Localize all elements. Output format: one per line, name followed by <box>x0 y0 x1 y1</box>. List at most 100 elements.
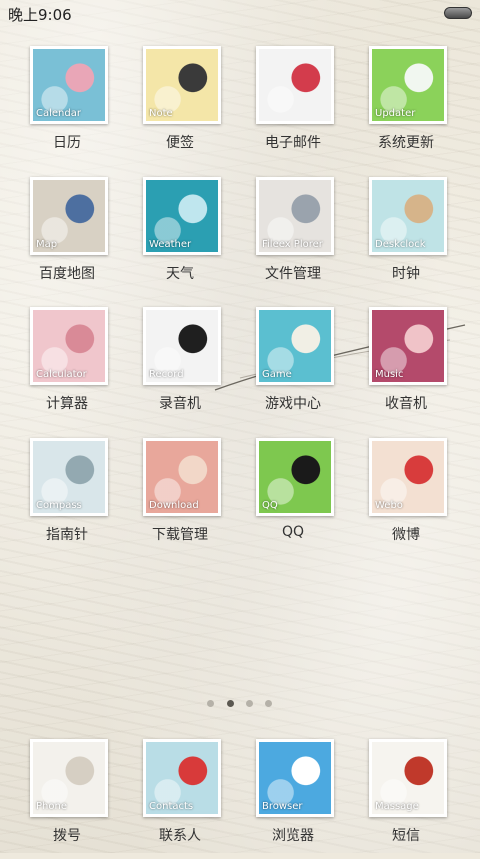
page-dot[interactable] <box>246 700 253 707</box>
files-icon: Fileex Plorer <box>259 180 331 252</box>
ocean-icon: Weather <box>146 180 218 252</box>
app-tile-caption: Record <box>149 369 184 380</box>
app-tile[interactable]: Fileex Plorer <box>256 177 334 255</box>
app-tile-caption: Calculator <box>36 369 87 380</box>
grid-app-2[interactable]: 电子邮件 <box>238 46 348 166</box>
app-tile-caption: Deskclock <box>375 239 426 250</box>
miss-you-note-icon: Massage <box>372 742 444 814</box>
grid-app-8[interactable]: Calculator 计算器 <box>12 307 122 427</box>
smile-note-icon: Note <box>146 49 218 121</box>
app-tile-caption: Updater <box>375 108 416 119</box>
scrabble-tiles-icon: Game <box>259 310 331 382</box>
battery-icon <box>444 7 472 19</box>
grid-app-4[interactable]: Map 百度地图 <box>12 177 122 297</box>
penguin-icon: QQ <box>259 441 331 513</box>
app-label: QQ <box>281 524 305 540</box>
grid-app-5[interactable]: Weather 天气 <box>125 177 235 297</box>
dock-app-0[interactable]: Phone 拨号 <box>12 739 122 859</box>
grid-app-9[interactable]: Record 录音机 <box>125 307 235 427</box>
app-label: 系统更新 <box>378 135 434 151</box>
app-tile-caption: QQ <box>262 500 278 511</box>
dock-app-1[interactable]: Contacts 联系人 <box>125 739 235 859</box>
app-label: 录音机 <box>159 396 201 412</box>
grid-app-1[interactable]: Note 便签 <box>125 46 235 166</box>
app-tile[interactable]: Deskclock <box>369 177 447 255</box>
app-tile[interactable]: Download <box>143 438 221 516</box>
app-label: 联系人 <box>159 828 201 844</box>
app-label: 微博 <box>392 527 420 543</box>
app-label: 时钟 <box>392 266 420 282</box>
grid-app-6[interactable]: Fileex Plorer 文件管理 <box>238 177 348 297</box>
app-label: 游戏中心 <box>265 396 321 412</box>
cherries-icon: Contacts <box>146 742 218 814</box>
heart-cloud-icon: Browser <box>259 742 331 814</box>
cartoon-birds-icon: Webo <box>372 441 444 513</box>
status-time: 晚上9:06 <box>8 6 72 24</box>
app-tile[interactable]: Webo <box>369 438 447 516</box>
app-label: 百度地图 <box>39 266 95 282</box>
app-label: 短信 <box>392 828 420 844</box>
page-dot[interactable] <box>227 700 234 707</box>
calculator-icon: Calculator <box>33 310 105 382</box>
page-dot[interactable] <box>265 700 272 707</box>
grid-app-11[interactable]: Music 收音机 <box>351 307 461 427</box>
app-tile-caption: Note <box>149 108 173 119</box>
app-tile[interactable]: QQ <box>256 438 334 516</box>
grid-app-15[interactable]: Webo 微博 <box>351 438 461 558</box>
app-tile[interactable]: Contacts <box>143 739 221 817</box>
app-tile[interactable]: Browser <box>256 739 334 817</box>
app-tile[interactable]: Massage <box>369 739 447 817</box>
app-tile[interactable]: Music <box>369 307 447 385</box>
grid-app-10[interactable]: Game 游戏中心 <box>238 307 348 427</box>
telephone-icon: Phone <box>33 742 105 814</box>
app-label: 日历 <box>53 135 81 151</box>
window-icon: Compass <box>33 441 105 513</box>
app-tile-caption: Download <box>149 500 199 511</box>
page-dot[interactable] <box>207 700 214 707</box>
app-tile-caption: Calendar <box>36 108 81 119</box>
app-tile[interactable]: Calculator <box>30 307 108 385</box>
cassette-icon: Record <box>146 310 218 382</box>
app-tile[interactable]: Game <box>256 307 334 385</box>
app-tile[interactable]: Note <box>143 46 221 124</box>
page-indicator <box>0 700 480 710</box>
app-tile[interactable]: Weather <box>143 177 221 255</box>
grid-app-13[interactable]: Download 下载管理 <box>125 438 235 558</box>
app-tile[interactable]: Phone <box>30 739 108 817</box>
grid-app-0[interactable]: Calendar 日历 <box>12 46 122 166</box>
app-tile-caption: Music <box>375 369 404 380</box>
app-label: 指南针 <box>46 527 88 543</box>
dock-app-2[interactable]: Browser 浏览器 <box>238 739 348 859</box>
app-tile[interactable]: Map <box>30 177 108 255</box>
app-tile-caption: Compass <box>36 500 82 511</box>
grid-app-12[interactable]: Compass 指南针 <box>12 438 122 558</box>
status-bar: 晚上9:06 <box>0 0 480 26</box>
app-tile-caption: Phone <box>36 801 67 812</box>
glass-jar-icon: Updater <box>372 49 444 121</box>
app-tile-caption: Game <box>262 369 292 380</box>
app-tile-caption: Webo <box>375 500 403 511</box>
dock-app-3[interactable]: Massage 短信 <box>351 739 461 859</box>
app-tile-caption: Weather <box>149 239 192 250</box>
app-tile[interactable]: Updater <box>369 46 447 124</box>
grid-app-7[interactable]: Deskclock 时钟 <box>351 177 461 297</box>
app-tile[interactable]: Record <box>143 307 221 385</box>
app-tile[interactable]: Compass <box>30 438 108 516</box>
heart-letter-icon <box>259 49 331 121</box>
app-label: 拨号 <box>53 828 81 844</box>
app-tile-caption: Map <box>36 239 58 250</box>
wind-chime-icon: Deskclock <box>372 180 444 252</box>
app-tile-caption: Browser <box>262 801 303 812</box>
app-label: 电子邮件 <box>265 135 321 151</box>
perfume-bottle-icon: Calendar <box>33 49 105 121</box>
grid-app-3[interactable]: Updater 系统更新 <box>351 46 461 166</box>
app-tile[interactable]: Calendar <box>30 46 108 124</box>
app-label: 浏览器 <box>272 828 314 844</box>
app-label: 计算器 <box>46 396 88 412</box>
app-tile[interactable] <box>256 46 334 124</box>
grid-app-14[interactable]: QQ QQ <box>238 438 348 558</box>
guitar-hand-icon: Music <box>372 310 444 382</box>
app-label: 收音机 <box>385 396 427 412</box>
heart-hands-icon: Download <box>146 441 218 513</box>
app-label: 天气 <box>166 266 194 282</box>
